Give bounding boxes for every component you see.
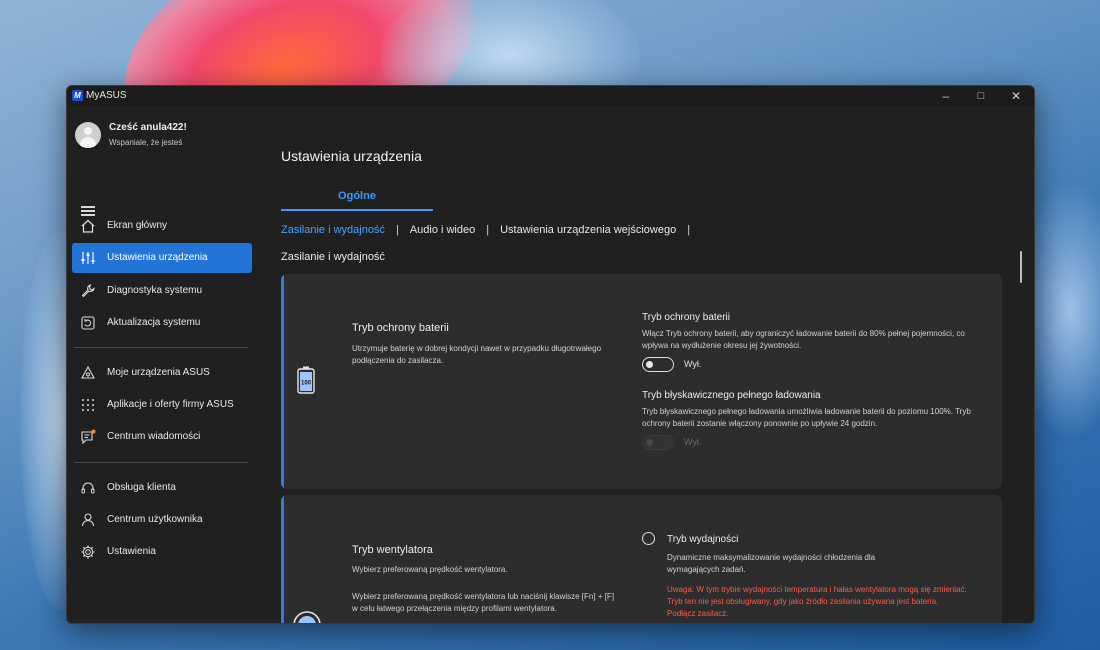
sidebar-item-label: Aktualizacja systemu (107, 317, 201, 328)
sidebar-item-label: Centrum wiadomości (107, 431, 201, 442)
subtab-bar: Zasilanie i wydajność | Audio i wideo | Usta… (281, 224, 701, 236)
subtab-power-performance[interactable]: Zasilanie i wydajność (281, 224, 385, 236)
toggle-state-label: Wył. (684, 437, 702, 447)
sidebar-item-label: Moje urządzenia ASUS (107, 367, 210, 378)
gear-icon (81, 545, 95, 559)
performance-mode-radio[interactable] (642, 532, 655, 545)
radio-description: Dynamiczne maksymalizowanie wydajności c… (667, 553, 876, 574)
sidebar: Cześć anula422! Wspaniale, że jesteś Ekr… (67, 106, 256, 623)
battery-level-text: 100 (301, 381, 312, 387)
option-title: Tryb błyskawicznego pełnego ładowania (642, 390, 821, 401)
myasus-window: M MyASUS – □ ✕ Cześć anula422! Wspaniale… (66, 85, 1035, 624)
subtab-separator: | (395, 224, 399, 236)
subtab-audio-video[interactable]: Audio i wideo (410, 224, 475, 236)
toggle-state-label: Wył. (684, 359, 702, 369)
wrench-icon (81, 284, 95, 298)
battery-protection-card: 100 Tryb ochrony baterii Utrzymuje bater… (281, 274, 1002, 489)
user-icon (81, 513, 95, 527)
option-description: Włącz Tryb ochrony baterii, aby ogranicz… (642, 329, 965, 350)
fan-mode-card: Tryb wentylatora Wybierz preferowaną prę… (281, 495, 1002, 623)
fan-icon (293, 611, 321, 623)
card-accent (281, 274, 284, 489)
home-icon (81, 219, 95, 233)
avatar[interactable] (75, 122, 101, 148)
sidebar-item-diagnostics[interactable]: Diagnostyka systemu (72, 276, 252, 306)
battery-icon: 100 (297, 366, 315, 394)
sidebar-item-label: Ustawienia urządzenia (107, 252, 208, 263)
close-button[interactable]: ✕ (1001, 87, 1031, 105)
card-description: Utrzymuje baterię w dobrej kondycji nawe… (352, 344, 602, 365)
sidebar-item-label: Ekran główny (107, 220, 168, 231)
sidebar-item-label: Obsługa klienta (107, 482, 176, 493)
user-subtitle: Wspaniale, że jesteś (109, 138, 183, 147)
sidebar-item-label: Aplikacje i oferty firmy ASUS (107, 399, 234, 410)
user-greeting: Cześć anula422! (109, 122, 187, 133)
subtab-input-devices[interactable]: Ustawienia urządzenia wejściowego (500, 224, 676, 236)
sidebar-item-system-update[interactable]: Aktualizacja systemu (72, 308, 252, 338)
tab-indicator (281, 209, 433, 211)
devices-icon (81, 365, 95, 379)
myasus-logo-icon: M (72, 90, 83, 101)
option-title: Tryb ochrony baterii (642, 312, 730, 323)
sidebar-item-device-settings[interactable]: Ustawienia urządzenia (72, 243, 252, 273)
scrollbar[interactable] (1020, 251, 1022, 283)
tab-general[interactable]: Ogólne (281, 190, 433, 202)
sidebar-item-my-devices[interactable]: Moje urządzenia ASUS (72, 358, 252, 388)
subtab-separator: | (687, 224, 691, 236)
card-description: Wybierz preferowaną prędkość wentylatora… (352, 565, 508, 574)
battery-protection-toggle[interactable] (642, 357, 674, 372)
radio-label: Tryb wydajności (667, 534, 739, 545)
sliders-icon (81, 252, 95, 264)
sidebar-item-user-center[interactable]: Centrum użytkownika (72, 505, 252, 535)
sidebar-item-label: Centrum użytkownika (107, 514, 203, 525)
option-description: Tryb błyskawicznego pełnego ładowania um… (642, 407, 971, 428)
sidebar-item-customer-support[interactable]: Obsługa klienta (72, 473, 252, 503)
instant-full-charge-toggle[interactable] (642, 435, 674, 450)
window-title: MyASUS (86, 90, 127, 101)
card-description-extended: Wybierz preferowaną prędkość wentylatora… (352, 592, 615, 613)
apps-grid-icon (82, 399, 94, 411)
sidebar-item-home[interactable]: Ekran główny (72, 211, 252, 241)
card-title: Tryb wentylatora (352, 544, 433, 556)
sidebar-item-message-center[interactable]: Centrum wiadomości (72, 422, 252, 452)
card-accent (281, 495, 284, 623)
minimize-button[interactable]: – (931, 87, 961, 105)
section-title: Zasilanie i wydajność (281, 251, 385, 263)
sidebar-item-settings[interactable]: Ustawienia (72, 537, 252, 567)
performance-mode-warning: Uwaga: W tym trybie wydajności temperatu… (667, 585, 967, 618)
main-content: Ustawienia urządzenia Ogólne Zasilanie i… (256, 106, 1034, 623)
sidebar-item-apps-offers[interactable]: Aplikacje i oferty firmy ASUS (72, 390, 252, 420)
maximize-button[interactable]: □ (966, 87, 996, 105)
page-title: Ustawienia urządzenia (281, 148, 422, 164)
sidebar-item-label: Diagnostyka systemu (107, 285, 203, 296)
sidebar-divider (74, 347, 248, 348)
title-bar[interactable]: M MyASUS – □ ✕ (67, 86, 1034, 106)
card-title: Tryb ochrony baterii (352, 322, 449, 334)
sidebar-item-label: Ustawienia (107, 546, 156, 557)
update-icon (81, 316, 95, 330)
sidebar-divider (74, 462, 248, 463)
headset-icon (81, 482, 95, 494)
subtab-separator: | (486, 224, 490, 236)
message-icon (81, 429, 96, 445)
